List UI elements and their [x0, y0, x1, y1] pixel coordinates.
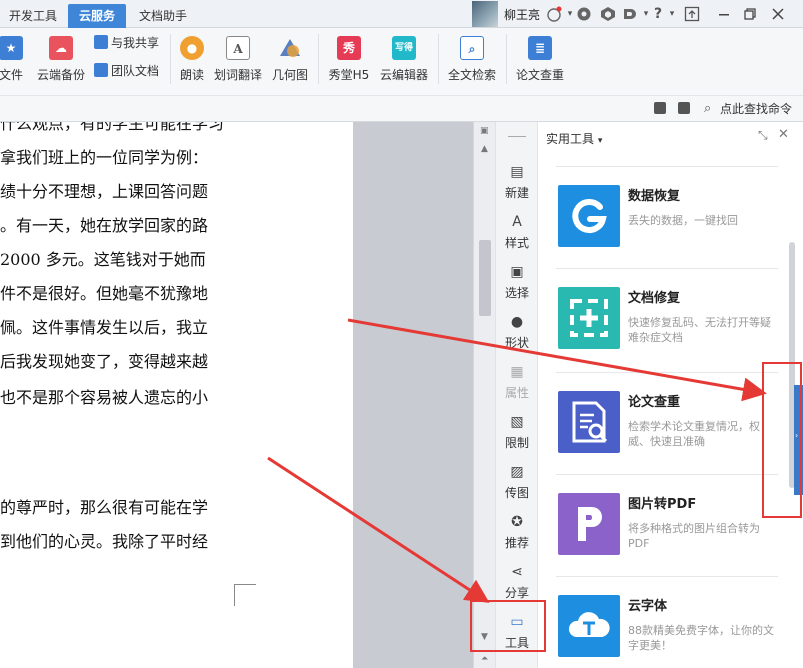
annotation-arrows [267, 318, 767, 603]
annotation-arrow [267, 456, 490, 603]
annotation-arrow [347, 318, 767, 402]
